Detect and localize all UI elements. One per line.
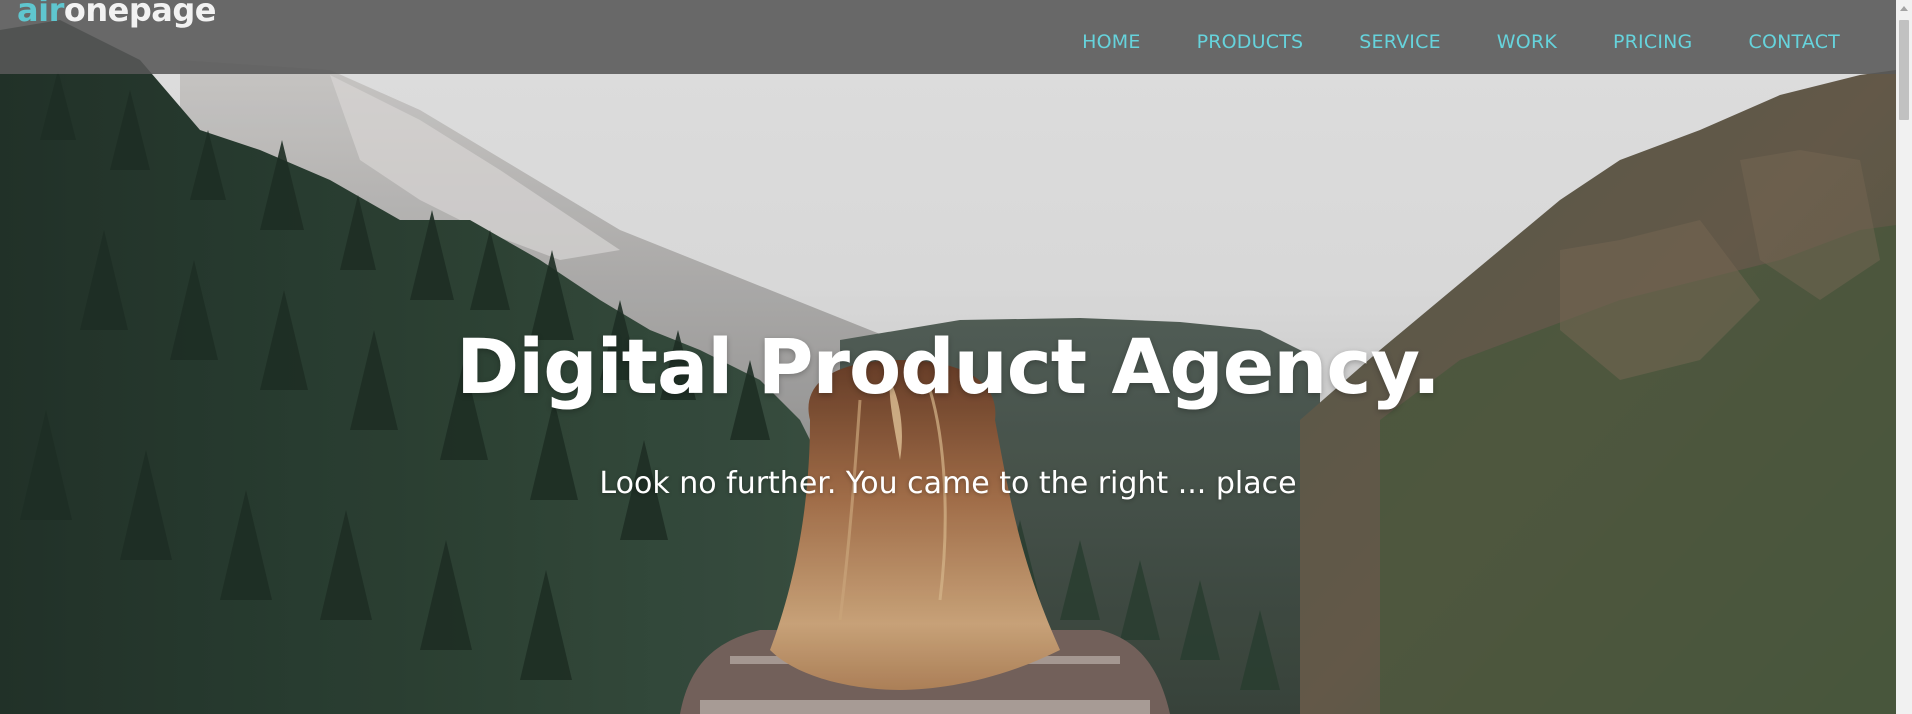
nav-item-pricing[interactable]: PRICING (1613, 30, 1692, 54)
hero-subline: Look no further. You came to the right .… (599, 466, 1297, 501)
nav-item-home[interactable]: HOME (1082, 30, 1140, 54)
chevron-up-icon[interactable] (1900, 6, 1908, 11)
nav-item-work[interactable]: WORK (1497, 30, 1557, 54)
page: aironepage HOME PRODUCTS SERVICE WORK PR… (0, 0, 1912, 714)
main-nav: HOME PRODUCTS SERVICE WORK PRICING CONTA… (1026, 30, 1840, 54)
logo-accent-text: air (17, 0, 64, 29)
hero-headline: Digital Product Agency. (456, 322, 1441, 411)
top-navbar: aironepage HOME PRODUCTS SERVICE WORK PR… (0, 0, 1896, 74)
page-scrollbar[interactable] (1896, 0, 1912, 714)
brand-logo[interactable]: aironepage (17, 0, 216, 26)
nav-item-products[interactable]: PRODUCTS (1197, 30, 1304, 54)
logo-main-text: onepage (63, 0, 217, 29)
nav-item-contact[interactable]: CONTACT (1748, 30, 1840, 54)
scrollbar-thumb[interactable] (1899, 20, 1909, 120)
nav-item-service[interactable]: SERVICE (1359, 30, 1441, 54)
